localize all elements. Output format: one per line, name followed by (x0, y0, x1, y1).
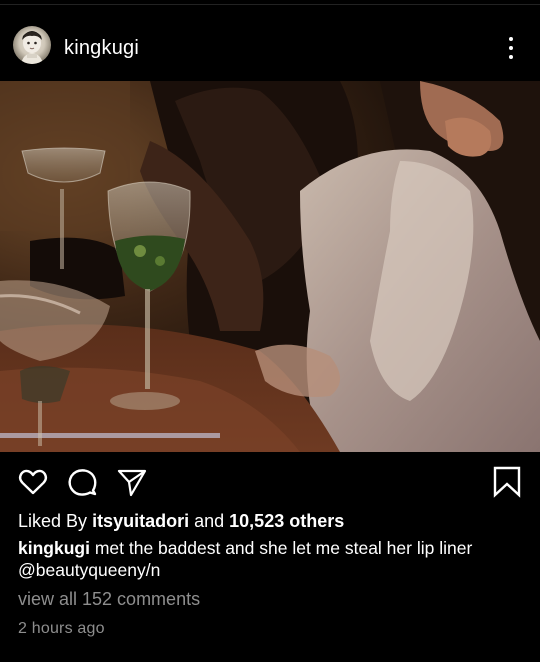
paper-plane-icon[interactable] (116, 466, 148, 498)
likes-others[interactable]: 10,523 others (229, 511, 344, 531)
post-caption: kingkugi met the baddest and she let me … (18, 537, 528, 581)
post-photo-image (0, 81, 540, 452)
more-options-icon[interactable] (499, 34, 523, 62)
comment-bubble-icon[interactable] (66, 466, 98, 498)
post-photo[interactable] (0, 81, 540, 452)
post-timestamp: 2 hours ago (18, 620, 105, 637)
likes-conjunction: and (194, 511, 225, 531)
post-username[interactable]: kingkugi (64, 37, 139, 60)
likes-prefix: Liked By (18, 511, 88, 531)
view-comments-link[interactable]: view all 152 comments (18, 589, 200, 610)
top-divider (0, 4, 540, 5)
avatar-image (21, 31, 43, 64)
liker-username[interactable]: itsyuitadori (92, 511, 189, 531)
avatar[interactable] (13, 26, 51, 64)
caption-text: met the baddest and she let me steal her… (94, 538, 473, 558)
post-actions (0, 458, 540, 506)
post-header: kingkugi (0, 14, 540, 80)
heart-icon[interactable] (17, 466, 49, 498)
caption-username[interactable]: kingkugi (18, 538, 90, 558)
bookmark-icon[interactable] (492, 466, 522, 498)
likes-summary: Liked By itsyuitadori and 10,523 others (18, 511, 344, 532)
caption-mention[interactable]: @beautyqueeny/n (18, 560, 160, 580)
